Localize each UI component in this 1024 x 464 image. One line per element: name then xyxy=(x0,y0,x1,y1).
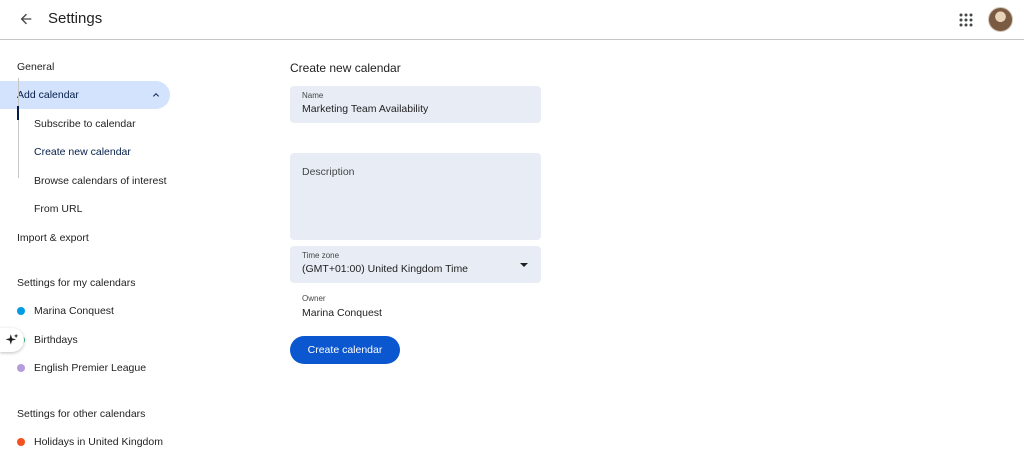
account-avatar[interactable] xyxy=(988,7,1013,32)
name-field-label: Name xyxy=(302,91,324,100)
submenu-rail xyxy=(18,78,19,178)
form-heading: Create new calendar xyxy=(290,61,401,75)
gemini-sparkle-button[interactable] xyxy=(0,328,24,352)
timezone-select[interactable]: Time zone (GMT+01:00) United Kingdom Tim… xyxy=(290,246,541,283)
calendar-name: English Premier League xyxy=(34,362,147,374)
sidebar-item-add-calendar[interactable]: Add calendar xyxy=(0,81,170,109)
name-field[interactable]: Name Marketing Team Availability xyxy=(290,86,541,123)
calendar-item[interactable]: English Premier League xyxy=(17,358,146,378)
timezone-label: Time zone xyxy=(302,251,340,260)
description-field[interactable]: Description xyxy=(290,153,541,240)
calendar-item[interactable]: Birthdays xyxy=(17,330,78,350)
chevron-up-icon xyxy=(153,93,159,97)
owner-value: Marina Conquest xyxy=(302,307,382,319)
calendar-color-dot xyxy=(17,438,25,446)
description-placeholder: Description xyxy=(302,166,355,178)
sidebar-item-label: Import & export xyxy=(17,232,89,244)
top-bar: Settings xyxy=(0,0,1024,40)
timezone-value: (GMT+01:00) United Kingdom Time xyxy=(302,263,469,275)
apps-button[interactable] xyxy=(954,8,978,32)
owner-label: Owner xyxy=(302,294,326,303)
sidebar-subitem-from-url[interactable]: From URL xyxy=(34,199,82,219)
sidebar-subitem-browse[interactable]: Browse calendars of interest xyxy=(34,171,166,191)
apps-grid-icon xyxy=(959,13,973,27)
my-calendars-heading: Settings for my calendars xyxy=(17,277,136,289)
page-title: Settings xyxy=(48,10,103,27)
calendar-color-dot xyxy=(17,364,25,372)
sidebar-subitem-subscribe[interactable]: Subscribe to calendar xyxy=(34,114,136,134)
create-calendar-button[interactable]: Create calendar xyxy=(290,336,400,364)
sidebar-subitem-create-new[interactable]: Create new calendar xyxy=(34,142,131,162)
other-calendars-heading: Settings for other calendars xyxy=(17,408,146,420)
arrow-back-icon xyxy=(20,13,32,25)
submenu-active-indicator xyxy=(17,106,19,120)
name-field-value[interactable]: Marketing Team Availability xyxy=(302,103,529,115)
back-button[interactable] xyxy=(12,5,40,33)
sidebar-item-label: Add calendar xyxy=(17,89,79,101)
dropdown-arrow-icon xyxy=(520,263,528,267)
calendar-name: Holidays in United Kingdom xyxy=(34,436,163,448)
sidebar-item-import-export[interactable]: Import & export xyxy=(0,224,170,252)
calendar-color-dot xyxy=(17,307,25,315)
sidebar-item-general[interactable]: General xyxy=(0,53,170,81)
sparkle-icon xyxy=(5,333,19,345)
sidebar-item-label: General xyxy=(17,61,55,73)
calendar-item[interactable]: Marina Conquest xyxy=(17,301,114,321)
calendar-item[interactable]: Holidays in United Kingdom xyxy=(17,432,163,452)
calendar-name: Marina Conquest xyxy=(34,305,114,317)
calendar-name: Birthdays xyxy=(34,334,78,346)
